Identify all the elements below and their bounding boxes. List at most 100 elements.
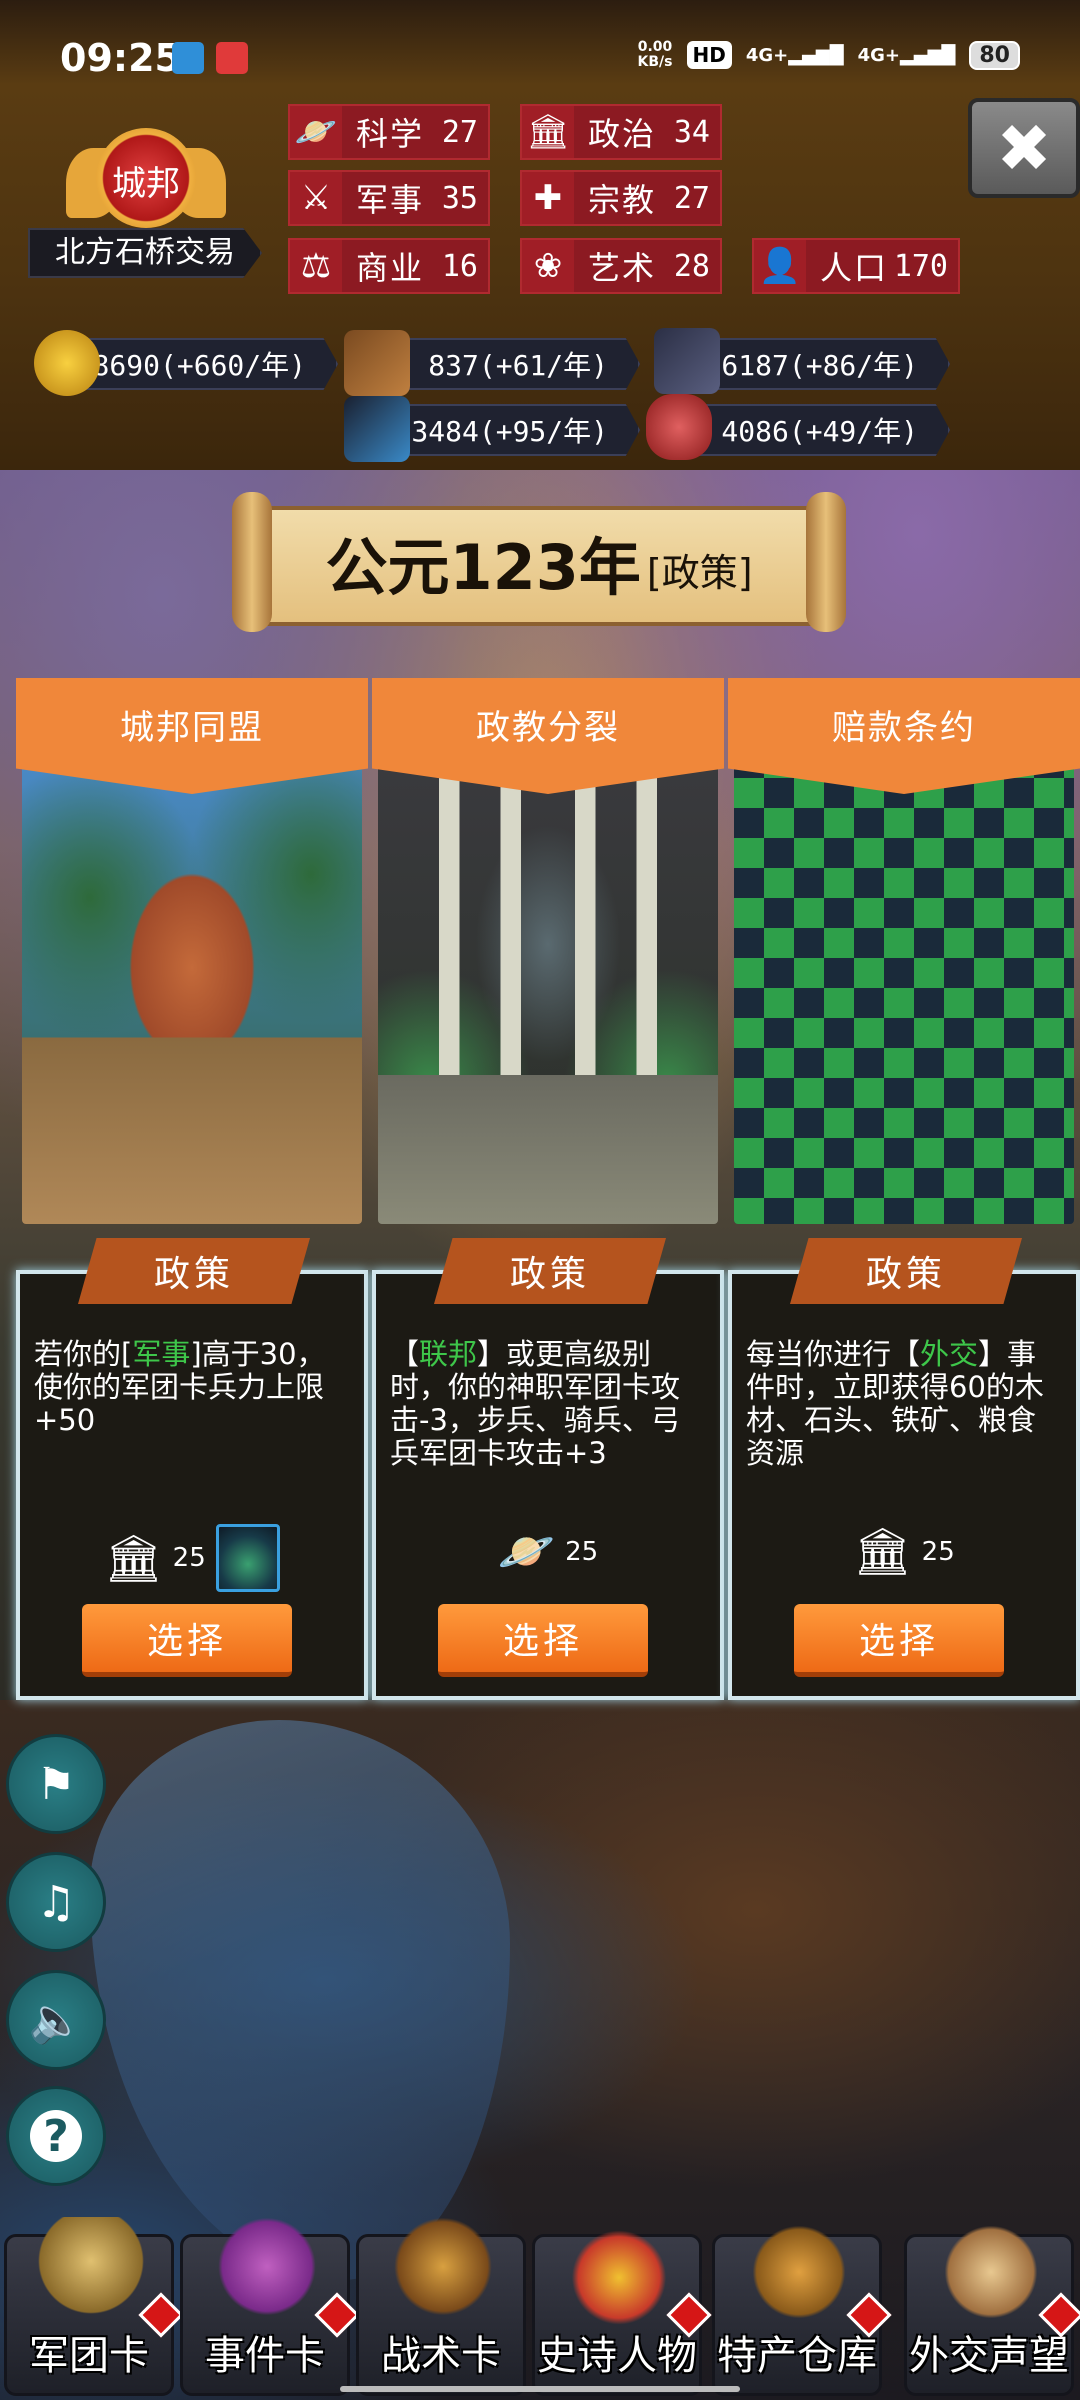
- cost-value: 25: [565, 1536, 599, 1567]
- status-right: 0.00 KB/s HD 4G+▂▄▆█ 4G+▂▄▆█ 80: [638, 40, 1020, 70]
- crossed-swords-icon: ⚔: [290, 172, 342, 224]
- card-art-city: [22, 758, 362, 1224]
- stat-religion: ✚ 宗教 27: [520, 170, 722, 226]
- stat-politics: 🏛 政治 34: [520, 104, 722, 160]
- year-banner: 公元123年 [政策]: [232, 492, 846, 632]
- sim2-label: 4G+: [857, 44, 900, 66]
- select-button[interactable]: 选择: [794, 1604, 1004, 1677]
- stone-icon: [654, 328, 720, 394]
- battery-icon: 80: [969, 40, 1020, 70]
- card-description-panel: 【联邦】或更高级别时，你的神职军团卡攻击-3，步兵、骑兵、弓兵军团卡攻击+3 🪐…: [372, 1270, 724, 1700]
- emblem-label: 城邦: [112, 164, 180, 204]
- meat-icon: [646, 394, 712, 460]
- stat-population: 👤 人口 170: [752, 238, 960, 294]
- sound-toggle-button[interactable]: 🔈: [6, 1970, 106, 2070]
- calendar-icon: [216, 42, 248, 74]
- temple-icon: 🏛: [104, 1530, 163, 1585]
- net-speed-unit: KB/s: [637, 54, 673, 70]
- close-button[interactable]: ✖: [968, 98, 1080, 198]
- cost-value: 25: [921, 1536, 955, 1567]
- temple-icon: 🏛: [522, 106, 574, 158]
- crown-icon: [565, 2217, 673, 2327]
- stat-value: 16: [441, 248, 478, 284]
- card-type-tab: 政策: [78, 1238, 310, 1304]
- stat-name: 艺术: [588, 249, 657, 287]
- hd-badge: HD: [686, 41, 732, 69]
- cost-value: 25: [172, 1543, 206, 1573]
- sound-icon: 🔈: [28, 1995, 84, 2046]
- nav-label: 特产仓库: [717, 2333, 877, 2379]
- iron-ore-icon: [344, 396, 410, 462]
- banner-tag: [政策]: [646, 550, 753, 595]
- banner-text: 公元123年 [政策]: [262, 506, 816, 618]
- lotus-icon: ❀: [522, 240, 574, 292]
- nav-label: 史诗人物: [537, 2333, 697, 2379]
- card-type-tab: 政策: [434, 1238, 666, 1304]
- banner-year: 公元123年: [325, 531, 641, 604]
- stat-value: 27: [673, 180, 710, 216]
- nav-diplomacy-prestige[interactable]: 外交声望: [904, 2217, 1080, 2396]
- nav-label: 事件卡: [205, 2333, 325, 2379]
- nav-epic-figures[interactable]: 史诗人物: [532, 2217, 712, 2396]
- music-off-icon: ♫: [36, 1876, 76, 1928]
- stat-value: 34: [673, 114, 710, 150]
- select-button[interactable]: 选择: [82, 1604, 292, 1677]
- legion-card-thumbnail: [215, 1524, 280, 1592]
- desc-text: 每当你进行【: [746, 1337, 921, 1371]
- nav-tactic-cards[interactable]: 战术卡: [356, 2217, 526, 2396]
- nav-specialty-warehouse[interactable]: 特产仓库: [712, 2217, 892, 2396]
- card-description-panel: 若你的[军事]高于30，使你的军团卡兵力上限+50 🏛 25 选择: [16, 1270, 368, 1700]
- nav-label: 战术卡: [381, 2333, 501, 2379]
- card-description: 【联邦】或更高级别时，你的神职军团卡攻击-3，步兵、骑兵、弓兵军团卡攻击+3: [390, 1338, 708, 1470]
- help-button[interactable]: ?: [6, 2086, 106, 2186]
- flag-button[interactable]: ⚑: [6, 1734, 106, 1834]
- gold-coins-icon: [34, 330, 100, 396]
- sim1-label: 4G+: [745, 44, 789, 66]
- clock: 09:25: [60, 36, 181, 80]
- planet-icon: 🪐: [497, 1524, 556, 1578]
- card-cost: 🏛 25: [20, 1524, 364, 1592]
- card-cost: 🏛 25: [732, 1524, 1076, 1579]
- card-cost: 🪐 25: [376, 1524, 720, 1579]
- stat-name: 科学: [356, 115, 425, 153]
- helmet-icon: [37, 2217, 145, 2327]
- card-art-throne-hall: [734, 758, 1074, 1224]
- select-button[interactable]: 选择: [438, 1604, 648, 1677]
- desc-text: 若你的[: [34, 1337, 133, 1371]
- desc-highlight: 联邦: [419, 1337, 478, 1371]
- close-icon: ✖: [996, 109, 1052, 187]
- telegram-icon: [172, 42, 204, 74]
- desc-highlight: 外交: [920, 1337, 979, 1371]
- stat-commerce: ⚖ 商业 16: [288, 238, 490, 294]
- person-icon: 👤: [754, 240, 806, 292]
- scales-icon: ⚖: [290, 240, 342, 292]
- stat-art: ❀ 艺术 28: [520, 238, 722, 294]
- stat-name: 宗教: [588, 181, 657, 219]
- stat-name: 人口: [820, 249, 889, 287]
- net-speed-value: 0.00: [637, 39, 673, 55]
- home-indicator[interactable]: [340, 2386, 740, 2392]
- card-description: 若你的[军事]高于30，使你的军团卡兵力上限+50: [34, 1338, 352, 1437]
- flag-icon: ⚑: [36, 1758, 76, 1810]
- city-emblem: 城邦: [66, 128, 226, 238]
- shield-icon: [389, 2217, 497, 2327]
- nav-label: 外交声望: [909, 2333, 1069, 2379]
- stat-name: 商业: [356, 249, 425, 287]
- desc-highlight: 军事: [132, 1337, 191, 1371]
- signal-sim1: 4G+▂▄▆█: [745, 44, 844, 66]
- net-speed: 0.00 KB/s: [638, 40, 673, 70]
- city-name: 北方石桥交易: [28, 228, 262, 278]
- nav-event-cards[interactable]: 事件卡: [180, 2217, 360, 2396]
- music-toggle-button[interactable]: ♫: [6, 1852, 106, 1952]
- stat-name: 军事: [356, 181, 425, 219]
- planet-icon: 🪐: [290, 106, 342, 158]
- wood-logs-icon: [344, 330, 410, 396]
- card-type-tab: 政策: [790, 1238, 1022, 1304]
- nav-legion-cards[interactable]: 军团卡: [4, 2217, 184, 2396]
- card-description-panel: 每当你进行【外交】事件时，立即获得60的木材、石头、铁矿、粮食资源 🏛 25 选…: [728, 1270, 1080, 1700]
- stat-value: 170: [893, 248, 948, 284]
- nav-label: 军团卡: [29, 2333, 149, 2379]
- signal-sim2: 4G+▂▄▆█: [857, 44, 956, 66]
- stat-military: ⚔ 军事 35: [288, 170, 490, 226]
- scroll-icon: [213, 2217, 321, 2327]
